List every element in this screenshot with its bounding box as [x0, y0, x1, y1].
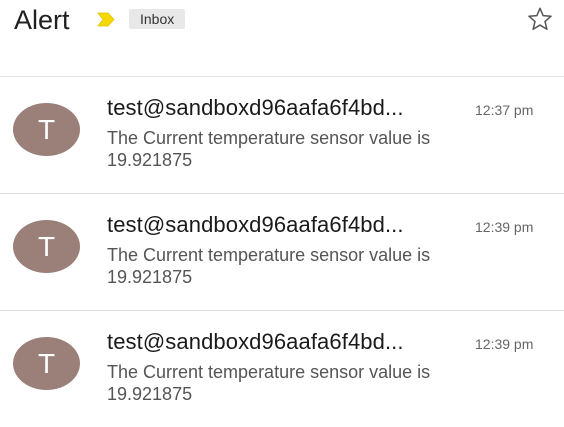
- snippet-line: 19.921875: [107, 384, 193, 404]
- message-time: 12:39 pm: [475, 336, 534, 352]
- sender-avatar[interactable]: T: [13, 337, 80, 390]
- message-row[interactable]: T test@sandboxd96aafa6f4bd... 12:39 pm T…: [0, 311, 564, 427]
- importance-marker-icon[interactable]: [96, 12, 116, 27]
- sender-address: test@sandboxd96aafa6f4bd...: [107, 212, 404, 237]
- message-time: 12:37 pm: [475, 102, 534, 118]
- snippet-line: 19.921875: [107, 267, 193, 287]
- inbox-label-chip[interactable]: Inbox: [129, 9, 186, 29]
- message-row[interactable]: T test@sandboxd96aafa6f4bd... 12:37 pm T…: [0, 77, 564, 193]
- message-snippet: The Current temperature sensor value is …: [107, 127, 547, 171]
- snippet-line: 19.921875: [107, 150, 193, 170]
- sender-address: test@sandboxd96aafa6f4bd...: [107, 329, 404, 354]
- sender-address: test@sandboxd96aafa6f4bd...: [107, 95, 404, 120]
- message-row[interactable]: T test@sandboxd96aafa6f4bd... 12:39 pm T…: [0, 194, 564, 310]
- message-time: 12:39 pm: [475, 219, 534, 235]
- message-list: T test@sandboxd96aafa6f4bd... 12:37 pm T…: [0, 76, 564, 427]
- star-outline-icon[interactable]: [526, 5, 554, 33]
- snippet-line: The Current temperature sensor value is: [107, 362, 431, 382]
- snippet-line: The Current temperature sensor value is: [107, 128, 431, 148]
- snippet-line: The Current temperature sensor value is: [107, 245, 431, 265]
- message-snippet: The Current temperature sensor value is …: [107, 244, 547, 288]
- thread-header: Alert Inbox: [0, 0, 564, 40]
- thread-title: Alert: [14, 5, 70, 35]
- sender-avatar[interactable]: T: [13, 220, 80, 273]
- sender-avatar[interactable]: T: [13, 103, 80, 156]
- message-snippet: The Current temperature sensor value is …: [107, 361, 547, 405]
